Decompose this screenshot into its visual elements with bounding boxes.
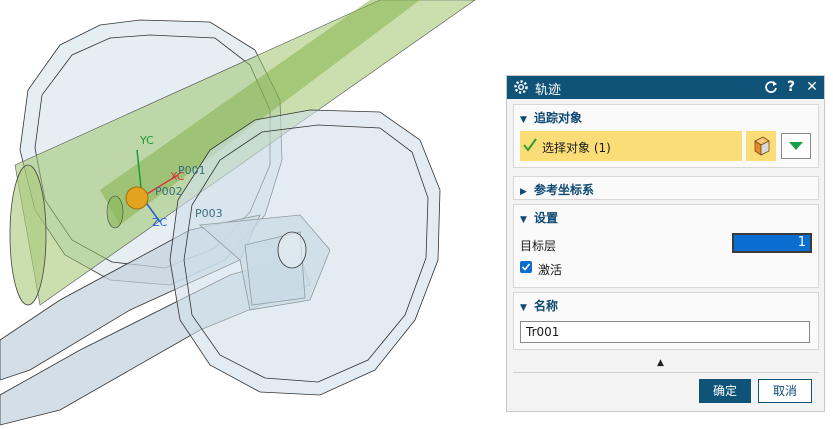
- section-settings: ▼ 设置 目标层 1 激活: [513, 204, 819, 288]
- point-label-p002: P002: [155, 185, 183, 198]
- collapse-triangle-icon: ▼: [520, 215, 527, 225]
- divider: [513, 372, 819, 373]
- expand-triangle-icon: ▶: [520, 187, 527, 197]
- object-filter-dropdown[interactable]: [781, 133, 811, 159]
- triangle-down-icon: [789, 142, 803, 150]
- section-header-name[interactable]: ▼ 名称: [520, 297, 558, 314]
- yc-axis-label: YC: [139, 134, 154, 147]
- name-input[interactable]: Tr001: [520, 321, 810, 343]
- close-icon[interactable]: ✕: [803, 78, 821, 96]
- section-reference-csys[interactable]: ▶ 参考坐标系: [513, 176, 819, 200]
- checkmark-icon: [523, 138, 537, 152]
- cancel-button[interactable]: 取消: [758, 379, 812, 403]
- collapse-dialog-icon[interactable]: ▲: [657, 358, 664, 368]
- section-header-trace-object[interactable]: ▼ 追踪对象: [520, 109, 582, 126]
- select-object-type-button[interactable]: [746, 131, 776, 161]
- active-label: 激活: [538, 263, 563, 277]
- target-layer-input[interactable]: 1: [732, 233, 812, 253]
- gear-icon: [514, 80, 528, 94]
- section-header-reference-csys[interactable]: ▶ 参考坐标系: [520, 181, 594, 198]
- collapse-triangle-icon: ▼: [520, 303, 527, 313]
- reset-icon[interactable]: [762, 78, 780, 96]
- ok-button[interactable]: 确定: [699, 379, 751, 403]
- front-wheel: [169, 109, 441, 396]
- zc-axis-label: ZC: [152, 216, 168, 229]
- dialog-titlebar[interactable]: 轨迹 ? ✕: [507, 76, 824, 99]
- point-label-p003: P003: [195, 207, 223, 220]
- point-label-p001: P001: [178, 164, 206, 177]
- help-icon[interactable]: ?: [782, 78, 800, 96]
- collapse-triangle-icon: ▼: [520, 115, 527, 125]
- trace-dialog: 轨迹 ? ✕ ▼ 追踪对象 选择对象 (1) ▶ 参考坐标系 ▼ 设置 目标层 …: [506, 75, 825, 412]
- active-checkbox[interactable]: [520, 261, 532, 273]
- dialog-title: 轨迹: [535, 83, 562, 98]
- checkbox-check-icon: [521, 263, 531, 271]
- cube-icon: [754, 136, 770, 156]
- section-trace-object: ▼ 追踪对象 选择对象 (1): [513, 104, 819, 168]
- target-layer-label: 目标层: [520, 239, 557, 253]
- section-header-settings[interactable]: ▼ 设置: [520, 209, 558, 226]
- select-object-row[interactable]: 选择对象 (1): [520, 131, 742, 161]
- section-name: ▼ 名称 Tr001: [513, 292, 819, 350]
- select-object-label: 选择对象 (1): [542, 141, 611, 155]
